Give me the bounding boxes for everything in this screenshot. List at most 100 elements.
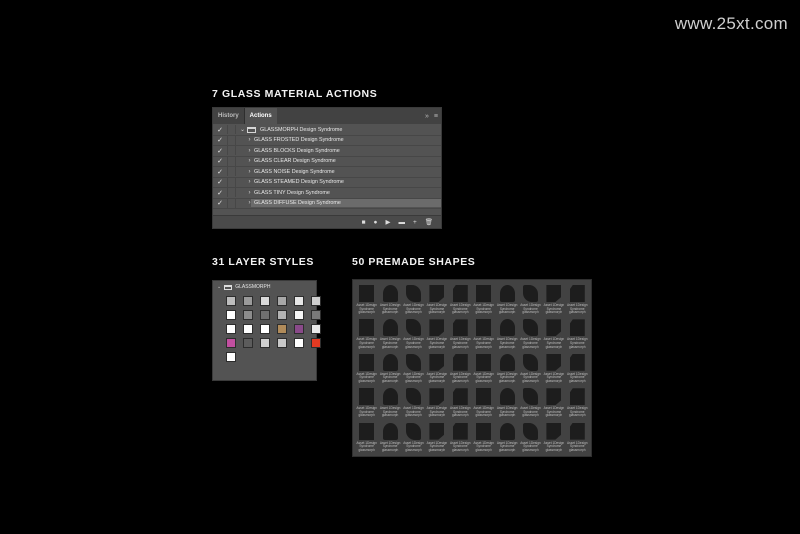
shape-thumbnail[interactable]: Asset 1Design Syndrome glassmorph [542, 420, 565, 454]
shape-thumbnail[interactable]: Asset 1Design Syndrome glassmorph [378, 316, 401, 350]
shape-thumbnail[interactable]: Asset 1Design Syndrome glassmorph [378, 420, 401, 454]
style-swatch[interactable] [243, 338, 253, 348]
check-icon[interactable]: ✓ [215, 147, 225, 155]
shape-thumbnail[interactable]: Asset 1Design Syndrome glassmorph [472, 351, 495, 385]
check-icon[interactable]: ✓ [215, 157, 225, 165]
action-row[interactable]: ✓ › GLASS NOISE Design Syndrome [213, 167, 441, 178]
shape-thumbnail[interactable]: Asset 1Design Syndrome glassmorph [425, 282, 448, 316]
shape-thumbnail[interactable]: Asset 1Design Syndrome glassmorph [355, 282, 378, 316]
shape-thumbnail[interactable]: Asset 1Design Syndrome glassmorph [495, 385, 518, 419]
style-swatch[interactable] [226, 338, 236, 348]
shape-thumbnail[interactable]: Asset 1Design Syndrome glassmorph [519, 420, 542, 454]
style-swatch[interactable] [311, 310, 321, 320]
shape-thumbnail[interactable]: Asset 1Design Syndrome glassmorph [425, 420, 448, 454]
shape-thumbnail[interactable]: Asset 1Design Syndrome glassmorph [519, 385, 542, 419]
dialog-toggle[interactable] [227, 156, 236, 166]
styles-group-header[interactable]: ⌄ GLASSMORPH [213, 281, 316, 293]
shape-thumbnail[interactable]: Asset 1Design Syndrome glassmorph [542, 316, 565, 350]
style-swatch[interactable] [294, 324, 304, 334]
dialog-toggle[interactable] [227, 135, 236, 145]
panel-collapse-icon[interactable]: » [425, 113, 429, 120]
tab-actions[interactable]: Actions [244, 108, 277, 124]
shape-thumbnail[interactable]: Asset 1Design Syndrome glassmorph [519, 282, 542, 316]
check-icon[interactable]: ✓ [215, 189, 225, 197]
chevron-right-icon[interactable]: › [245, 179, 254, 185]
dialog-toggle[interactable] [227, 167, 236, 177]
action-row[interactable]: ✓ › GLASS BLOCKS Design Syndrome [213, 146, 441, 157]
style-swatch[interactable] [277, 310, 287, 320]
shape-thumbnail[interactable]: Asset 1Design Syndrome glassmorph [542, 385, 565, 419]
shape-thumbnail[interactable]: Asset 1Design Syndrome glassmorph [472, 420, 495, 454]
shape-thumbnail[interactable]: Asset 1Design Syndrome glassmorph [566, 385, 589, 419]
style-swatch[interactable] [260, 324, 270, 334]
shape-thumbnail[interactable]: Asset 1Design Syndrome glassmorph [566, 351, 589, 385]
action-set-row[interactable]: ✓ ⌄ GLASSMORPH Design Syndrome [213, 125, 441, 136]
shape-thumbnail[interactable]: Asset 1Design Syndrome glassmorph [542, 282, 565, 316]
style-swatch[interactable] [277, 338, 287, 348]
shape-thumbnail[interactable]: Asset 1Design Syndrome glassmorph [449, 316, 472, 350]
shape-thumbnail[interactable]: Asset 1Design Syndrome glassmorph [472, 385, 495, 419]
action-row[interactable]: ✓ › GLASS STEAMED Design Syndrome [213, 177, 441, 188]
shape-thumbnail[interactable]: Asset 1Design Syndrome glassmorph [449, 385, 472, 419]
check-icon[interactable]: ✓ [215, 168, 225, 176]
shape-thumbnail[interactable]: Asset 1Design Syndrome glassmorph [355, 316, 378, 350]
shape-thumbnail[interactable]: Asset 1Design Syndrome glassmorph [355, 351, 378, 385]
chevron-down-icon[interactable]: ⌄ [238, 126, 247, 133]
style-swatch[interactable] [294, 296, 304, 306]
action-row-selected[interactable]: ✓ › GLASS DIFFUSE Design Syndrome [213, 198, 441, 209]
shape-thumbnail[interactable]: Asset 1Design Syndrome glassmorph [542, 351, 565, 385]
style-swatch[interactable] [243, 296, 253, 306]
style-swatch[interactable] [260, 296, 270, 306]
check-icon[interactable]: ✓ [215, 199, 225, 207]
stop-icon[interactable]: ■ [362, 219, 366, 226]
shape-thumbnail[interactable]: Asset 1Design Syndrome glassmorph [355, 385, 378, 419]
tab-history[interactable]: History [213, 108, 244, 124]
shape-thumbnail[interactable]: Asset 1Design Syndrome glassmorph [402, 351, 425, 385]
chevron-right-icon[interactable]: › [245, 169, 254, 175]
shape-thumbnail[interactable]: Asset 1Design Syndrome glassmorph [425, 385, 448, 419]
style-swatch[interactable] [243, 324, 253, 334]
style-swatch[interactable] [226, 352, 236, 362]
style-swatch[interactable] [311, 296, 321, 306]
shape-thumbnail[interactable]: Asset 1Design Syndrome glassmorph [495, 316, 518, 350]
shape-thumbnail[interactable]: Asset 1Design Syndrome glassmorph [402, 282, 425, 316]
shape-thumbnail[interactable]: Asset 1Design Syndrome glassmorph [495, 351, 518, 385]
trash-icon[interactable]: 🗑 [425, 218, 433, 226]
style-swatch[interactable] [226, 324, 236, 334]
shape-thumbnail[interactable]: Asset 1Design Syndrome glassmorph [472, 316, 495, 350]
style-swatch[interactable] [243, 310, 253, 320]
action-row[interactable]: ✓ › GLASS CLEAR Design Syndrome [213, 156, 441, 167]
check-icon[interactable]: ✓ [215, 126, 225, 134]
style-swatch[interactable] [226, 296, 236, 306]
new-set-icon[interactable]: ▬ [398, 219, 405, 226]
shape-thumbnail[interactable]: Asset 1Design Syndrome glassmorph [425, 351, 448, 385]
shape-thumbnail[interactable]: Asset 1Design Syndrome glassmorph [378, 351, 401, 385]
style-swatch[interactable] [311, 338, 321, 348]
record-icon[interactable]: ● [374, 219, 378, 226]
chevron-right-icon[interactable]: › [245, 148, 254, 154]
shape-thumbnail[interactable]: Asset 1Design Syndrome glassmorph [566, 420, 589, 454]
action-row[interactable]: ✓ › GLASS TINY Design Syndrome [213, 188, 441, 199]
dialog-toggle[interactable] [227, 188, 236, 198]
shape-thumbnail[interactable]: Asset 1Design Syndrome glassmorph [402, 385, 425, 419]
shape-thumbnail[interactable]: Asset 1Design Syndrome glassmorph [566, 316, 589, 350]
chevron-down-icon[interactable]: ⌄ [217, 284, 221, 290]
dialog-toggle[interactable] [227, 146, 236, 156]
style-swatch[interactable] [294, 310, 304, 320]
shape-thumbnail[interactable]: Asset 1Design Syndrome glassmorph [355, 420, 378, 454]
shape-thumbnail[interactable]: Asset 1Design Syndrome glassmorph [519, 316, 542, 350]
chevron-right-icon[interactable]: › [245, 137, 254, 143]
style-swatch[interactable] [226, 310, 236, 320]
style-swatch[interactable] [311, 324, 321, 334]
shape-thumbnail[interactable]: Asset 1Design Syndrome glassmorph [425, 316, 448, 350]
shape-thumbnail[interactable]: Asset 1Design Syndrome glassmorph [495, 420, 518, 454]
style-swatch[interactable] [260, 338, 270, 348]
dialog-toggle[interactable] [227, 177, 236, 187]
shape-thumbnail[interactable]: Asset 1Design Syndrome glassmorph [402, 316, 425, 350]
chevron-right-icon[interactable]: › [245, 190, 254, 196]
play-icon[interactable]: ▶ [385, 218, 390, 226]
shape-thumbnail[interactable]: Asset 1Design Syndrome glassmorph [519, 351, 542, 385]
style-swatch[interactable] [260, 310, 270, 320]
shape-thumbnail[interactable]: Asset 1Design Syndrome glassmorph [378, 282, 401, 316]
dialog-toggle[interactable] [227, 125, 236, 135]
